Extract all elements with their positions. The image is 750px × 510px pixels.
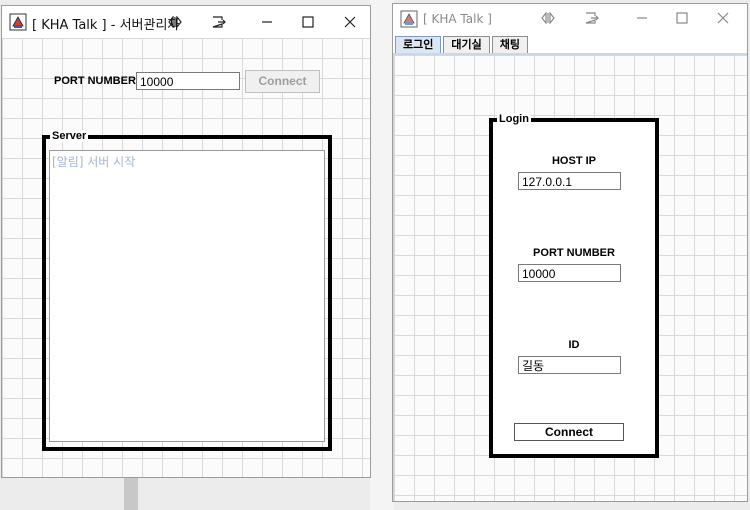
server-log-area[interactable]: [알림] 서버 시작 xyxy=(49,150,325,442)
tab-login[interactable]: 로그인 xyxy=(395,36,442,54)
connect-button[interactable]: Connect xyxy=(245,70,320,93)
host-ip-field[interactable]: 127.0.0.1 xyxy=(518,172,621,190)
snap-layout-icon[interactable] xyxy=(535,6,561,30)
login-panel: Login HOST IP 127.0.0.1 PORT NUMBER 1000… xyxy=(489,113,659,458)
client-connect-button[interactable]: Connect xyxy=(514,423,624,441)
port-number-label: PORT NUMBER xyxy=(54,75,136,87)
snap-layout-icon[interactable] xyxy=(162,10,188,34)
login-tab-content: Login HOST IP 127.0.0.1 PORT NUMBER 1000… xyxy=(393,55,747,501)
port-number-field[interactable]: 10000 xyxy=(136,72,240,90)
server-window-title: [ KHA Talk ] - 서버관리자 xyxy=(32,18,180,33)
move-window-icon[interactable] xyxy=(206,10,232,34)
taskbar-fragment xyxy=(124,478,138,510)
close-icon[interactable] xyxy=(710,6,736,30)
server-window: [ KHA Talk ] - 서버관리자 PORT NUMBER 10000 C… xyxy=(1,5,371,478)
desktop-gap xyxy=(370,0,394,510)
move-window-icon[interactable] xyxy=(579,6,605,30)
server-titlebar[interactable]: [ KHA Talk ] - 서버관리자 xyxy=(2,6,370,38)
client-port-number-field[interactable]: 10000 xyxy=(518,264,621,282)
minimize-icon[interactable] xyxy=(254,10,280,34)
close-icon[interactable] xyxy=(337,10,363,34)
host-ip-label: HOST IP xyxy=(551,155,596,167)
tab-waiting-room[interactable]: 대기실 xyxy=(443,36,490,54)
server-panel-title: Server xyxy=(50,130,89,142)
tab-chat[interactable]: 채팅 xyxy=(491,36,528,54)
java-app-icon xyxy=(9,13,27,31)
server-panel: Server [알림] 서버 시작 xyxy=(42,130,332,451)
client-titlebar[interactable]: [ KHA Talk ] xyxy=(393,4,747,34)
client-client-area: 로그인 대기실 채팅 Login HOST IP 127.0.0.1 PORT … xyxy=(393,34,747,501)
id-label: ID xyxy=(568,339,580,351)
maximize-icon[interactable] xyxy=(295,10,321,34)
client-window: [ KHA Talk ] 로그인 대기실 채팅 Login HOST IP 12… xyxy=(392,3,748,502)
java-app-icon xyxy=(400,10,418,28)
client-window-title: [ KHA Talk ] xyxy=(423,12,492,26)
tab-strip: 로그인 대기실 채팅 xyxy=(395,36,530,54)
server-client-area: PORT NUMBER 10000 Connect Server [알림] 서버… xyxy=(2,38,370,477)
login-panel-title: Login xyxy=(497,113,531,125)
minimize-icon[interactable] xyxy=(629,6,655,30)
log-line: [알림] 서버 시작 xyxy=(52,155,136,169)
id-field[interactable]: 길동 xyxy=(518,356,621,374)
client-port-number-label: PORT NUMBER xyxy=(533,247,615,259)
maximize-icon[interactable] xyxy=(669,6,695,30)
